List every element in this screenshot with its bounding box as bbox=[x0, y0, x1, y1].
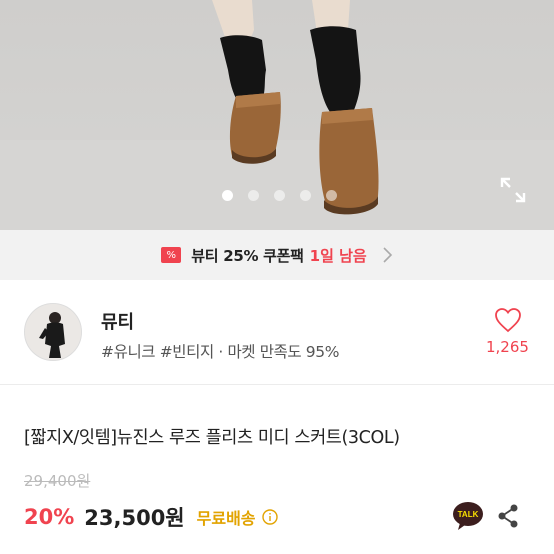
kakao-talk-icon[interactable]: TALK bbox=[452, 501, 484, 531]
product-image-carousel[interactable] bbox=[0, 0, 554, 230]
price-row: 20% 23,500원 무료배송 bbox=[24, 502, 278, 532]
carousel-dot[interactable] bbox=[299, 190, 311, 201]
like-count: 1,265 bbox=[486, 338, 529, 356]
coupon-banner[interactable]: % 뷰티 25% 쿠폰팩 1일 남음 bbox=[0, 230, 554, 280]
share-icon[interactable] bbox=[497, 504, 519, 528]
sale-price: 23,500원 bbox=[84, 506, 185, 530]
carousel-dot[interactable] bbox=[273, 190, 285, 201]
info-icon[interactable] bbox=[261, 509, 278, 525]
carousel-dot[interactable] bbox=[221, 190, 233, 201]
discount-rate: 20% bbox=[24, 505, 75, 529]
original-price: 29,400원 bbox=[24, 472, 91, 490]
carousel-dot[interactable] bbox=[325, 190, 337, 201]
seller-avatar[interactable] bbox=[24, 303, 82, 361]
shipping-label: 무료배송 bbox=[196, 509, 256, 528]
section-divider bbox=[0, 384, 554, 385]
coupon-remaining: 1일 남음 bbox=[309, 246, 367, 265]
coupon-text: 뷰티 25% 쿠폰팩 bbox=[191, 246, 304, 265]
avatar-image bbox=[25, 304, 81, 360]
carousel-indicator[interactable] bbox=[0, 190, 554, 201]
chevron-right-icon bbox=[383, 247, 392, 263]
coupon-icon: % bbox=[161, 247, 182, 263]
seller-name[interactable]: 뮤티 bbox=[101, 308, 134, 334]
talk-label: TALK bbox=[458, 510, 479, 519]
heart-icon[interactable] bbox=[494, 307, 522, 333]
carousel-dot[interactable] bbox=[247, 190, 259, 201]
seller-tags: #유니크 #빈티지 · 마켓 만족도 95% bbox=[101, 343, 340, 361]
expand-icon[interactable] bbox=[499, 176, 527, 204]
product-title: [짧지X/잇템]뉴진스 루즈 플리츠 미디 스커트(3COL) bbox=[24, 428, 400, 448]
